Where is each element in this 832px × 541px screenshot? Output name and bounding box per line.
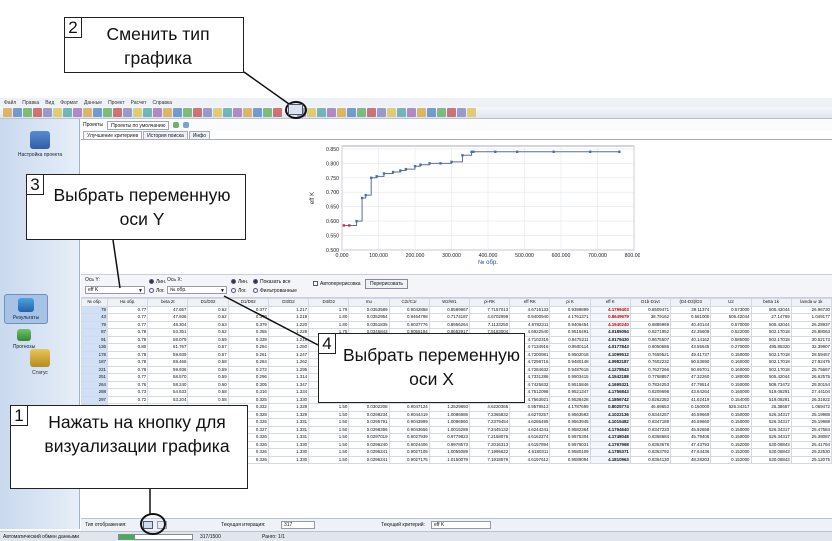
- arrow-3-connector: [112, 239, 121, 289]
- callout-arrows: [112, 71, 319, 514]
- app-window: Файл Правка Вид Формат Данные Проект Рас…: [0, 0, 832, 541]
- arrow-2-connector: [243, 71, 290, 105]
- arrow-4-connector: [223, 295, 319, 346]
